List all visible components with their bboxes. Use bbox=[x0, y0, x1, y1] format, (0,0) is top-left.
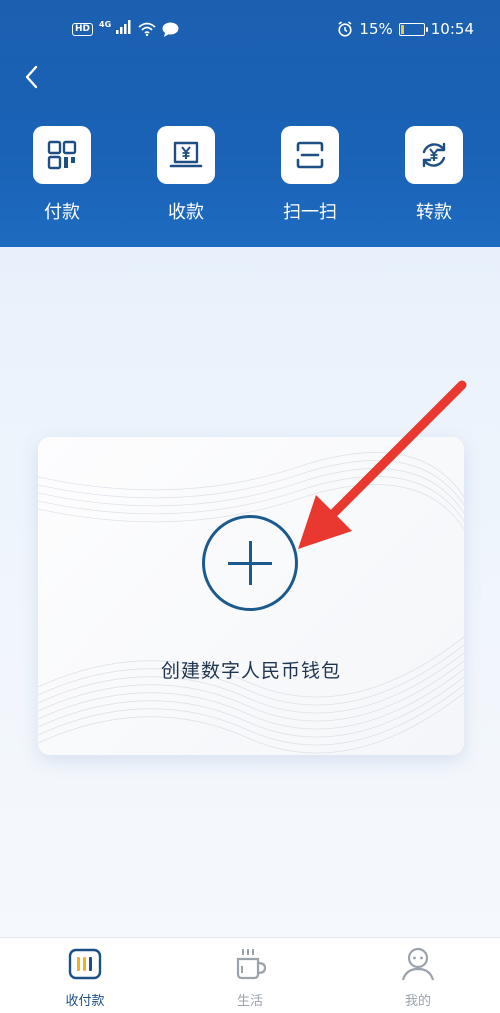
clock: 10:54 bbox=[430, 20, 474, 38]
cup-icon bbox=[236, 949, 267, 980]
nav-label: 生活 bbox=[236, 994, 263, 1009]
chevron-left-icon bbox=[25, 65, 38, 89]
action-tile bbox=[405, 126, 463, 184]
status-left: HD 4G bbox=[72, 19, 179, 39]
action-label: 付款 bbox=[44, 202, 80, 223]
profile-icon bbox=[401, 947, 435, 981]
red-arrow-icon bbox=[298, 380, 467, 549]
nav-item-payments[interactable]: 收付款 bbox=[25, 938, 145, 1013]
action-label: 扫一扫 bbox=[283, 202, 337, 223]
wifi-icon bbox=[138, 22, 156, 36]
action-tile bbox=[157, 126, 215, 184]
action-label: 转款 bbox=[416, 202, 452, 223]
transfer-yuan-icon bbox=[422, 142, 446, 168]
network-type: 4G bbox=[99, 20, 112, 29]
status-bar: HD 4G 15% 10:54 bbox=[0, 0, 500, 58]
qr-code-icon bbox=[47, 140, 77, 170]
nav-label: 我的 bbox=[404, 994, 431, 1009]
nav-item-mine[interactable]: 我的 bbox=[358, 938, 478, 1013]
back-button[interactable] bbox=[16, 60, 46, 94]
wallet-icon bbox=[68, 948, 102, 980]
receive-yuan-icon bbox=[169, 141, 203, 168]
action-tile bbox=[33, 126, 91, 184]
add-wallet-icon[interactable] bbox=[202, 515, 298, 611]
action-tile bbox=[281, 126, 339, 184]
create-wallet-label: 创建数字人民币钱包 bbox=[160, 660, 341, 682]
scan-icon bbox=[296, 141, 324, 169]
chat-bubble-icon bbox=[162, 22, 179, 37]
battery-fill bbox=[400, 24, 404, 34]
alarm-icon bbox=[338, 21, 353, 37]
signal-bars-icon bbox=[115, 20, 131, 34]
signal-icon: 4G bbox=[99, 20, 132, 38]
quick-actions: 付款 收款 扫一扫 转款 bbox=[0, 126, 500, 226]
bottom-nav: 收付款 生活 我的 bbox=[0, 937, 500, 1013]
action-pay[interactable]: 付款 bbox=[12, 126, 112, 226]
main-content: 创建数字人民币钱包 bbox=[0, 247, 500, 937]
battery-icon bbox=[398, 22, 428, 36]
header: HD 4G 15% 10:54 付款 收款 扫一扫 转款 bbox=[0, 0, 500, 247]
hd-badge: HD bbox=[72, 22, 94, 36]
action-label: 收款 bbox=[168, 202, 204, 223]
action-scan[interactable]: 扫一扫 bbox=[260, 126, 360, 226]
status-right: 15% 10:54 bbox=[337, 19, 474, 39]
battery-percent: 15% bbox=[359, 20, 393, 38]
action-receive[interactable]: 收款 bbox=[136, 126, 236, 226]
nav-item-life[interactable]: 生活 bbox=[190, 938, 310, 1013]
action-transfer[interactable]: 转款 bbox=[384, 126, 484, 226]
nav-label: 收付款 bbox=[65, 994, 105, 1009]
